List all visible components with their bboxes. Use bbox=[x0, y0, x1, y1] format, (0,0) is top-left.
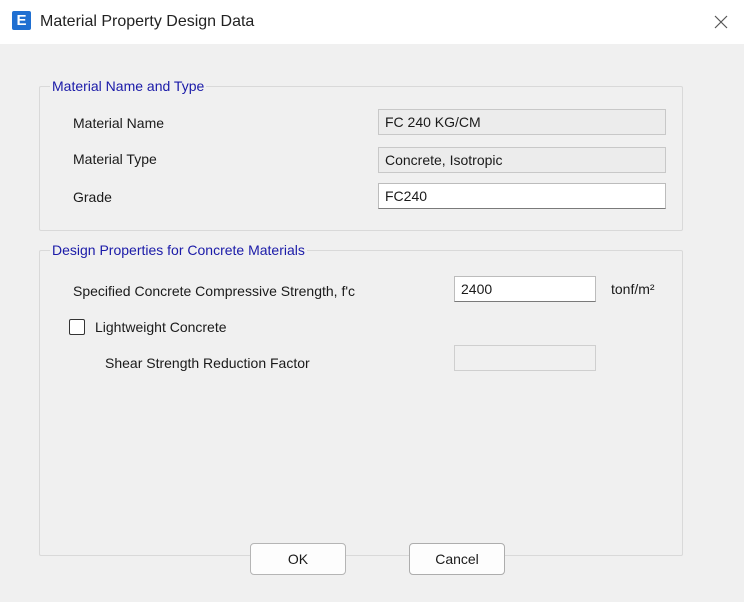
lightweight-concrete-checkbox[interactable] bbox=[69, 319, 85, 335]
lightweight-concrete-label[interactable]: Lightweight Concrete bbox=[95, 319, 227, 335]
title-bar: E Material Property Design Data bbox=[0, 0, 744, 44]
close-button[interactable] bbox=[698, 0, 744, 44]
material-name-field[interactable]: FC 240 KG/CM bbox=[378, 109, 666, 135]
shear-reduction-label: Shear Strength Reduction Factor bbox=[105, 355, 310, 371]
fc-input[interactable]: 2400 bbox=[454, 276, 596, 302]
grade-label: Grade bbox=[73, 189, 112, 205]
window-title: Material Property Design Data bbox=[40, 13, 255, 30]
fc-unit-label: tonf/m² bbox=[611, 281, 655, 297]
grade-input[interactable]: FC240 bbox=[378, 183, 666, 209]
close-icon bbox=[714, 15, 728, 29]
material-type-field[interactable]: Concrete, Isotropic bbox=[378, 147, 666, 173]
material-name-label: Material Name bbox=[73, 115, 165, 131]
dialog-body: Material Name and Type Material Name FC … bbox=[0, 44, 744, 602]
shear-reduction-field[interactable] bbox=[454, 345, 596, 371]
app-icon: E bbox=[12, 11, 31, 30]
material-type-label: Material Type bbox=[73, 151, 157, 167]
design-properties-group: Design Properties for Concrete Materials… bbox=[39, 242, 683, 556]
fc-label: Specified Concrete Compressive Strength,… bbox=[73, 283, 356, 299]
group-legend: Design Properties for Concrete Materials bbox=[50, 242, 307, 258]
group-legend: Material Name and Type bbox=[50, 78, 207, 94]
cancel-button[interactable]: Cancel bbox=[409, 543, 505, 575]
material-name-type-group: Material Name and Type Material Name FC … bbox=[39, 78, 683, 231]
ok-button[interactable]: OK bbox=[250, 543, 346, 575]
